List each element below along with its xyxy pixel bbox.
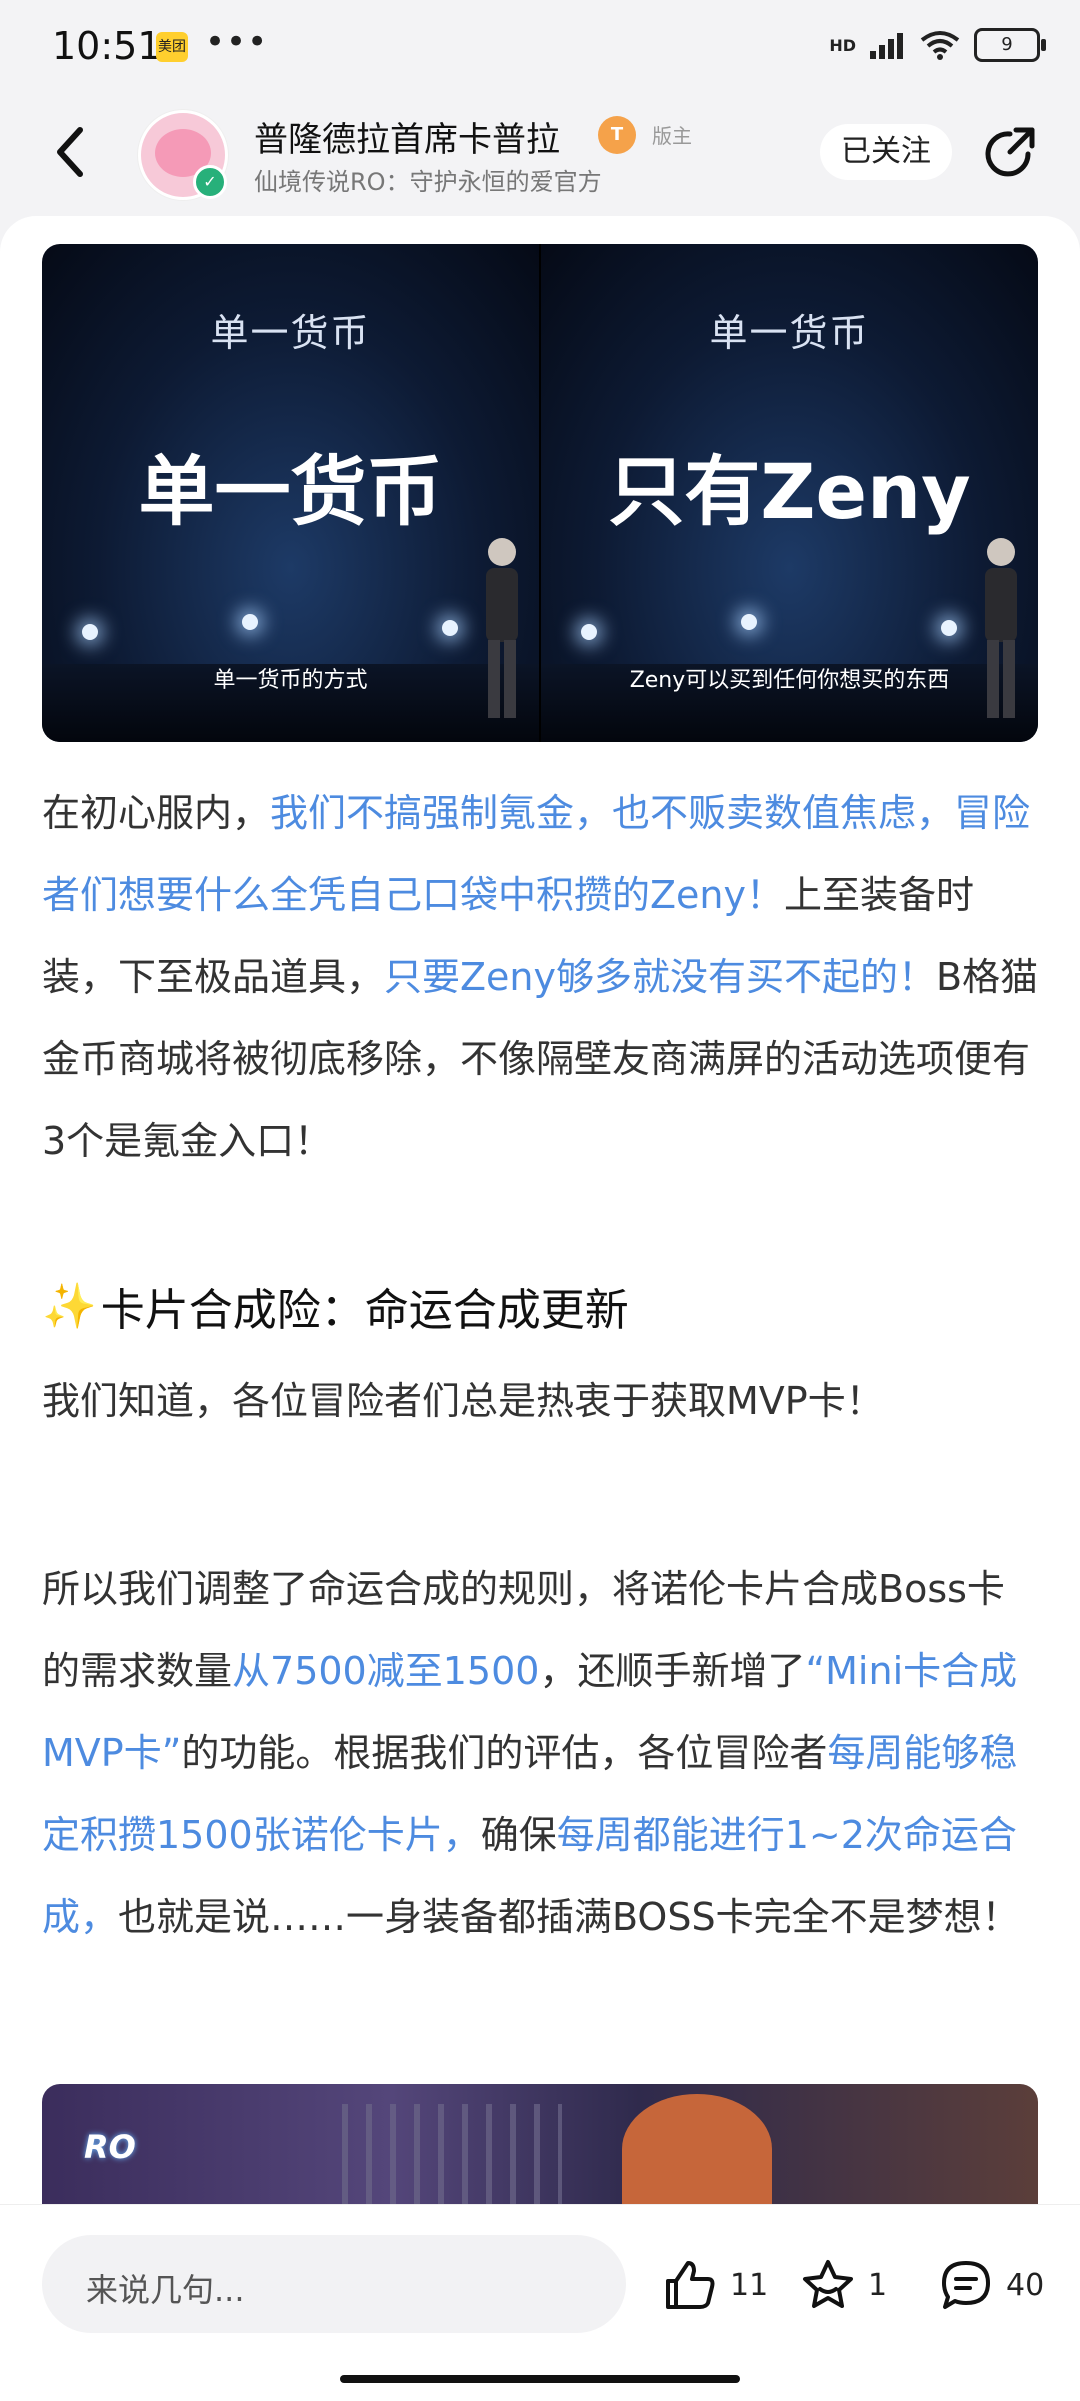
signal-icon (870, 33, 903, 59)
comment-count: 40 (1006, 2267, 1045, 2303)
text-segment: 确保 (480, 1813, 557, 1857)
favorite-button[interactable]: 1 (800, 2257, 887, 2313)
favorite-count: 1 (868, 2267, 888, 2303)
stage-light (82, 624, 98, 640)
paragraph-card-synthesis: 所以我们调整了命运合成的规则，将诺伦卡片合成Boss卡的需求数量从7500减至1… (42, 1548, 1040, 1958)
more-notifications-icon: ••• (205, 22, 269, 62)
like-button[interactable]: 11 (662, 2257, 768, 2313)
section-title: 卡片合成险：命运合成更新 (100, 1285, 629, 1336)
stage-light (941, 620, 957, 636)
status-bar: 10:51 美团 ••• HD 9 (0, 0, 1080, 96)
stage-light (741, 614, 757, 630)
panel-subtitle: 单一货币 (210, 311, 371, 355)
paragraph-currency: 在初心服内，我们不搞强制氪金，也不贩卖数值焦虑，冒险者们想要什么全凭自己口袋中积… (42, 772, 1040, 1182)
avatar[interactable]: ✓ (138, 110, 228, 200)
system-icons: HD 9 (829, 28, 1046, 62)
stage-light (442, 620, 458, 636)
thumbs-up-icon (666, 2261, 715, 2309)
home-indicator[interactable] (340, 2375, 740, 2383)
panel-subtitle: 单一货币 (709, 311, 870, 355)
follow-button[interactable]: 已关注 (820, 124, 952, 180)
post-header: ✓ 普隆德拉首席卡普拉 T 版主 仙境传说RO：守护永恒的爱官方 已关注 (0, 96, 1080, 210)
text-segment: 也就是说……一身装备都插满BOSS卡完全不是梦想！ (118, 1895, 1020, 1939)
text-segment: 在初心服内， (42, 791, 271, 835)
image-creature-graphic (622, 2094, 772, 2204)
text-segment: ，还顺手新增了 (539, 1649, 806, 1693)
forum-name[interactable]: 仙境传说RO：守护永恒的爱官方 (254, 162, 602, 197)
panel-caption: Zeny可以买到任何你想买的东西 (629, 668, 950, 693)
bottom-action-bar: 来说几句... 11 1 40 (0, 2204, 1080, 2401)
section-heading: ✨ 卡片合成险：命运合成更新 (42, 1274, 629, 1338)
paragraph-mvp-intro: 我们知道，各位冒险者们总是热衷于获取MVP卡！ (42, 1379, 884, 1423)
hd-indicator: HD (829, 35, 856, 55)
post-image-game[interactable]: RO (42, 2084, 1038, 2204)
stage-light (581, 624, 597, 640)
comment-bubble-icon (942, 2261, 990, 2309)
game-logo: RO (84, 2128, 136, 2166)
comment-input[interactable]: 来说几句... (42, 2235, 626, 2333)
star-icon (803, 2260, 853, 2308)
comment-placeholder: 来说几句... (86, 2271, 245, 2309)
share-icon[interactable] (980, 124, 1040, 184)
poster-name[interactable]: 普隆德拉首席卡普拉 (254, 112, 560, 161)
level-badge-icon: T (598, 116, 636, 154)
panel-headline: 单一货币 (138, 447, 443, 536)
sparkles-icon: ✨ (42, 1281, 97, 1332)
highlight-text: 只要Zeny够多就没有买不起的！ (384, 955, 937, 999)
banner-panel-right: 单一货币 只有Zeny Zeny可以买到任何你想买的东西 (539, 244, 1038, 742)
panel-headline: 只有Zeny (608, 447, 971, 536)
post-content: 单一货币 单一货币 单一货币的方式 单一货币 只有Zeny Zeny可以买到任何… (0, 216, 1080, 2400)
verified-check-icon: ✓ (193, 165, 227, 199)
moderator-label: 版主 (652, 124, 692, 148)
clock: 10:51 (52, 24, 162, 68)
text-segment: 的功能。根据我们的评估，各位冒险者 (181, 1731, 828, 1775)
battery-icon: 9 (974, 28, 1046, 62)
stage-light (242, 614, 258, 630)
like-count: 11 (730, 2267, 769, 2303)
wifi-icon (920, 31, 960, 60)
image-gate-graphic (342, 2104, 562, 2204)
comment-button[interactable]: 40 (938, 2257, 1044, 2313)
banner-panel-left: 单一货币 单一货币 单一货币的方式 (42, 244, 539, 742)
back-arrow-icon[interactable] (50, 122, 90, 182)
meituan-notification-icon: 美团 (156, 32, 188, 62)
post-image-banner[interactable]: 单一货币 单一货币 单一货币的方式 单一货币 只有Zeny Zeny可以买到任何… (42, 244, 1038, 742)
highlight-text: 从7500减至1500 (232, 1649, 540, 1693)
panel-caption: 单一货币的方式 (213, 668, 368, 693)
